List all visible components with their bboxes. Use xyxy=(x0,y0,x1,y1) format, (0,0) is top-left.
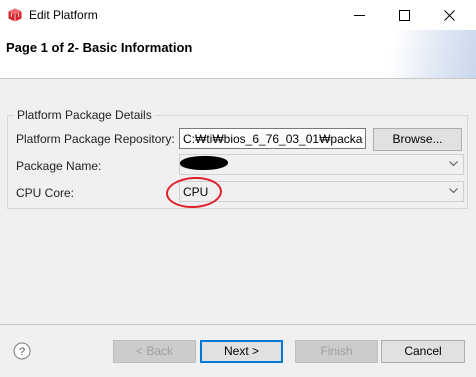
redaction-mark xyxy=(180,156,228,170)
repository-label: Platform Package Repository: xyxy=(16,132,175,146)
window-title: Edit Platform xyxy=(29,8,98,22)
minimize-button[interactable] xyxy=(337,0,382,30)
minimize-icon xyxy=(354,15,365,16)
package-name-label: Package Name: xyxy=(16,159,102,173)
cpu-core-label: CPU Core: xyxy=(16,186,75,200)
page-title: Page 1 of 2- Basic Information xyxy=(6,40,193,55)
browse-button[interactable]: Browse... xyxy=(373,128,462,151)
repository-value: C:₩ti₩bios_6_76_03_01₩packages xyxy=(183,132,363,146)
svg-text:?: ? xyxy=(19,346,25,358)
eclipse-cube-icon xyxy=(8,8,22,22)
close-icon xyxy=(444,10,455,21)
group-legend: Platform Package Details xyxy=(14,108,155,122)
title-bar: Edit Platform xyxy=(0,0,476,30)
chevron-down-icon xyxy=(449,188,458,194)
next-button[interactable]: Next > xyxy=(200,340,283,363)
chevron-down-icon xyxy=(449,161,458,167)
close-button[interactable] xyxy=(427,0,472,30)
footer-separator xyxy=(0,324,476,325)
help-question-icon[interactable]: ? xyxy=(13,342,31,360)
maximize-button[interactable] xyxy=(382,0,427,30)
back-button[interactable]: < Back xyxy=(113,340,196,363)
cancel-button[interactable]: Cancel xyxy=(381,340,465,363)
maximize-icon xyxy=(399,10,410,21)
header-banner-decoration xyxy=(336,30,476,78)
repository-field[interactable]: C:₩ti₩bios_6_76_03_01₩packages xyxy=(179,128,366,149)
wizard-header: Page 1 of 2- Basic Information xyxy=(0,30,476,79)
finish-button[interactable]: Finish xyxy=(295,340,378,363)
